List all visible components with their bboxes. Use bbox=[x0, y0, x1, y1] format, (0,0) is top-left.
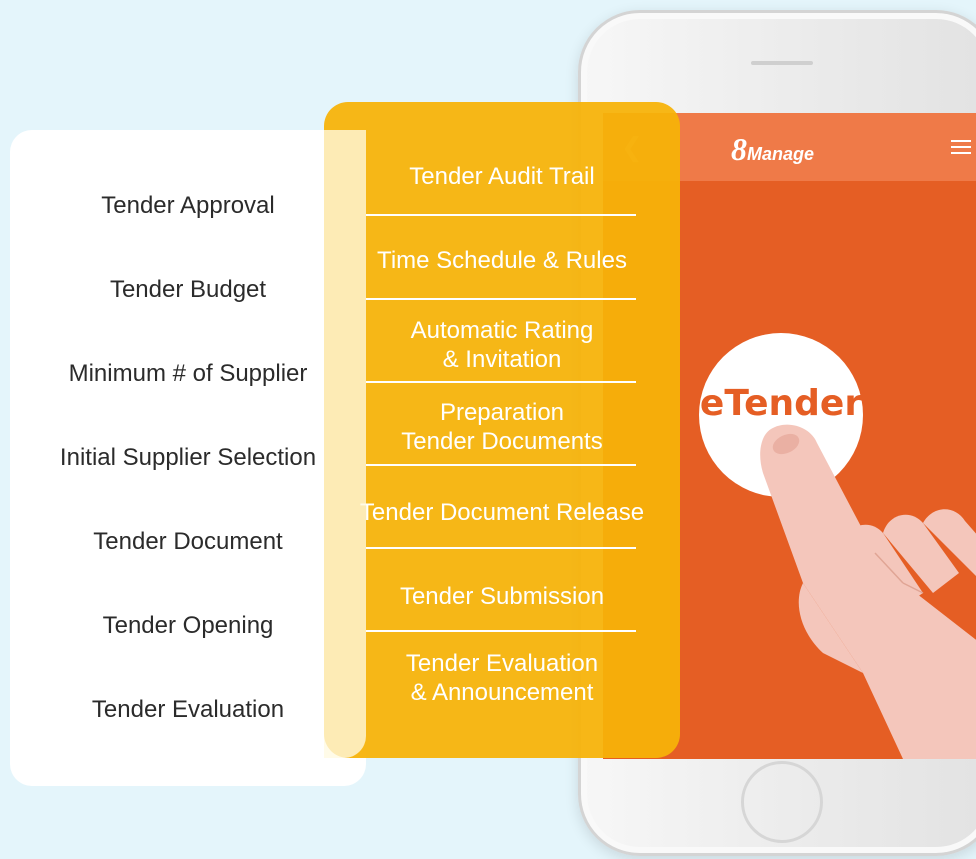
list-item: Preparation Tender Documents bbox=[401, 399, 603, 455]
list-item: Initial Supplier Selection bbox=[59, 444, 317, 471]
yellow-feature-panel: Tender Audit Trail Time Schedule & Rules… bbox=[324, 102, 680, 758]
divider bbox=[366, 214, 636, 216]
list-item: Tender Approval bbox=[101, 192, 275, 219]
list-item: Minimum # of Supplier bbox=[68, 360, 308, 387]
phone-home-button[interactable] bbox=[741, 761, 823, 843]
divider bbox=[366, 547, 636, 549]
divider bbox=[366, 381, 636, 383]
list-item: Tender Document bbox=[93, 528, 283, 555]
list-item: Tender Budget bbox=[109, 276, 267, 303]
left-feature-card: Tender Approval Tender Budget Minimum # … bbox=[10, 130, 366, 786]
list-item: Tender Audit Trail bbox=[409, 163, 595, 190]
divider bbox=[366, 464, 636, 466]
list-item: Time Schedule & Rules bbox=[377, 247, 627, 274]
list-item: Tender Evaluation bbox=[91, 696, 285, 723]
divider bbox=[366, 298, 636, 300]
list-item: Tender Evaluation & Announcement bbox=[405, 650, 599, 706]
list-item: Automatic Rating & Invitation bbox=[410, 317, 594, 373]
overlap-highlight bbox=[324, 130, 366, 758]
list-item: Tender Submission bbox=[399, 583, 605, 610]
divider bbox=[366, 630, 636, 632]
phone-speaker bbox=[751, 61, 813, 65]
list-item: Tender Document Release bbox=[359, 499, 645, 526]
list-item: Tender Opening bbox=[102, 612, 274, 639]
